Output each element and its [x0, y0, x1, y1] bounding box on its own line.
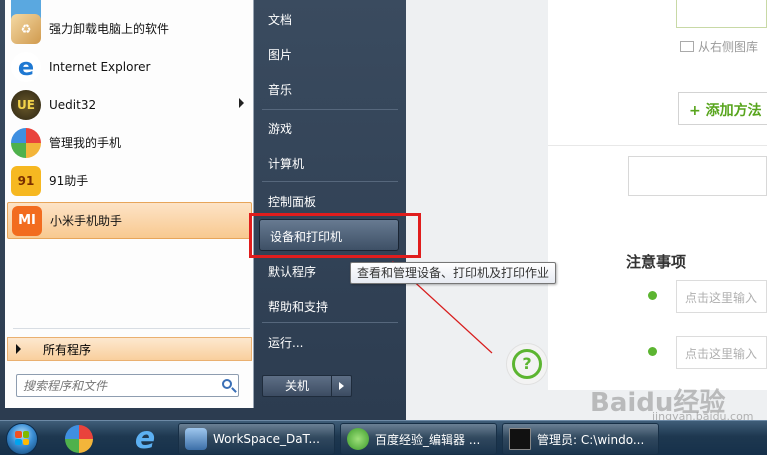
search-icon[interactable] [222, 379, 232, 389]
start-button[interactable] [2, 421, 42, 455]
divider [548, 145, 767, 146]
divider [13, 328, 250, 329]
pinned-app-internet-explorer[interactable]: e [124, 423, 166, 455]
taskbar-window-workspace[interactable]: WorkSpace_DaT... [178, 423, 335, 455]
mi-icon: MI [12, 205, 42, 236]
menu-item-games[interactable]: 游戏 [262, 114, 400, 142]
start-search-box[interactable] [16, 374, 239, 397]
network-computer-icon [185, 428, 207, 450]
divider [262, 322, 398, 323]
shutdown-button[interactable]: 关机 [262, 375, 332, 397]
note-input[interactable]: 点击这里输入 [676, 336, 767, 369]
submenu-arrow-icon [239, 98, 244, 108]
start-menu: ♻ 强力卸载电脑上的软件 e Internet Explorer UE Uedi… [0, 0, 406, 420]
image-icon [680, 41, 694, 52]
notes-title: 注意事项 [626, 253, 687, 271]
uninstall-icon: ♻ [11, 13, 41, 44]
step-text-input[interactable] [676, 0, 767, 28]
taskbar-window-cmd[interactable]: 管理员: C:\windo... [502, 423, 659, 455]
program-label: Internet Explorer [49, 59, 151, 74]
phone-manager-icon [65, 425, 93, 453]
program-item-phone-manager[interactable]: 管理我的手机 [7, 124, 252, 161]
program-label: Uedit32 [49, 97, 97, 112]
all-programs-button[interactable]: 所有程序 [7, 337, 252, 361]
note-bullet [648, 291, 657, 300]
program-item-91-assistant[interactable]: 91 91助手 [7, 162, 252, 199]
divider [262, 109, 398, 110]
shutdown-options-arrow-icon[interactable] [332, 375, 352, 397]
program-label: 管理我的手机 [49, 136, 122, 150]
all-programs-label: 所有程序 [43, 342, 92, 357]
image-hint: 从右侧图库 [680, 38, 758, 55]
menu-item-computer[interactable]: 计算机 [262, 149, 400, 177]
program-label: 91助手 [49, 174, 89, 188]
divider [262, 181, 398, 182]
taskbar-window-label: 管理员: C:\windo... [537, 432, 645, 447]
help-icon: ? [512, 349, 542, 379]
note-bullet [648, 347, 657, 356]
content-input-box[interactable] [628, 156, 767, 196]
menu-item-pictures[interactable]: 图片 [262, 40, 400, 68]
program-item-internet-explorer[interactable]: e Internet Explorer [7, 48, 252, 85]
pinned-app-phone-manager[interactable] [58, 423, 100, 455]
command-prompt-icon [509, 428, 531, 450]
tooltip: 查看和管理设备、打印机及打印作业 [350, 262, 557, 284]
note-input[interactable]: 点击这里输入 [676, 280, 767, 313]
taskbar-window-baidu-editor[interactable]: 百度经验_编辑器 ... [340, 423, 497, 455]
uedit-icon: UE [11, 89, 41, 120]
search-input[interactable] [23, 378, 213, 394]
program-item-uedit32[interactable]: UE Uedit32 [7, 86, 252, 123]
browser-icon [347, 428, 369, 450]
program-label: 强力卸载电脑上的软件 [49, 22, 170, 36]
help-button[interactable]: ? [506, 343, 548, 385]
phone-manager-icon [11, 127, 41, 158]
91-assistant-icon: 91 [11, 165, 41, 196]
taskbar-window-label: WorkSpace_DaT... [213, 432, 320, 446]
menu-item-music[interactable]: 音乐 [262, 75, 400, 103]
program-label: 小米手机助手 [50, 214, 123, 228]
program-item-mi-assistant[interactable]: MI 小米手机助手 [7, 202, 252, 239]
menu-item-documents[interactable]: 文档 [262, 5, 400, 33]
highlight-box [249, 213, 421, 258]
taskbar-window-label: 百度经验_编辑器 ... [375, 432, 481, 447]
windows-logo-icon [15, 431, 29, 445]
menu-item-control-panel[interactable]: 控制面板 [262, 187, 400, 215]
ie-icon: e [134, 421, 156, 455]
expand-arrow-icon [16, 344, 21, 354]
add-method-button[interactable]: + 添加方法 [678, 92, 767, 125]
ie-icon: e [11, 51, 41, 82]
taskbar: e WorkSpace_DaT... 百度经验_编辑器 ... 管理员: C:\… [0, 420, 767, 455]
program-item-uninstall[interactable]: ♻ 强力卸载电脑上的软件 [7, 10, 252, 47]
